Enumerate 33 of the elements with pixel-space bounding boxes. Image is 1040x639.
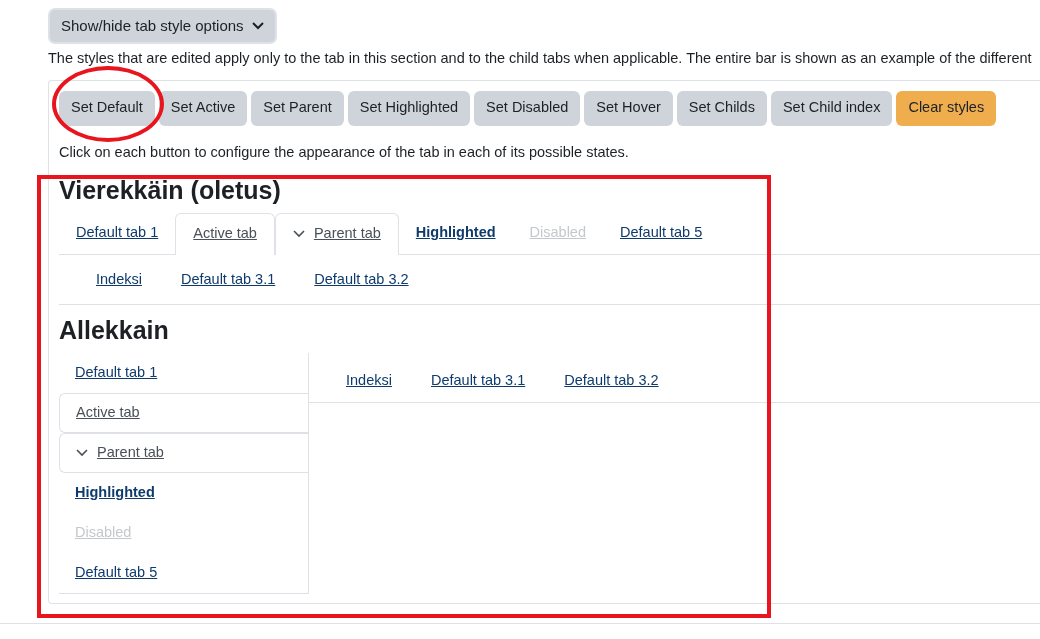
style-button[interactable]: Set Default	[59, 90, 155, 126]
child-tab[interactable]: Indeksi	[346, 369, 392, 392]
style-button[interactable]: Set Hover	[584, 90, 673, 126]
child-tab[interactable]: Default tab 3.1	[180, 268, 276, 291]
tab[interactable]: Default tab 1	[59, 212, 176, 254]
tab[interactable]: Parent tab	[274, 212, 399, 255]
description-text: The styles that are edited apply only to the tab in this section and to the child tabs when applicable. The entire bar is shown as an example of the different	[48, 49, 1033, 68]
style-button[interactable]: Clear styles	[896, 90, 997, 126]
section-heading: Vierekkäin (oletus)	[59, 174, 282, 205]
tab[interactable]: Default tab 5	[603, 212, 720, 254]
style-button[interactable]: Set Childs	[676, 90, 767, 126]
chevron-down-icon	[251, 22, 264, 30]
child-tab[interactable]: Indeksi	[96, 268, 142, 291]
tab[interactable]: Highlighted	[59, 472, 308, 513]
style-button[interactable]: Set Disabled	[474, 90, 581, 126]
section-heading: Allekkain	[59, 314, 170, 345]
style-button[interactable]: Set Highlighted	[347, 90, 471, 126]
child-tab[interactable]: Default tab 3.2	[314, 268, 409, 291]
tab[interactable]: Active tab	[59, 392, 308, 433]
child-tab[interactable]: Default tab 3.2	[564, 369, 659, 392]
tab[interactable]: Default tab 5	[59, 552, 308, 593]
style-button[interactable]: Set Active	[158, 90, 248, 126]
show-hide-button[interactable]: Show/hide tab style options	[50, 10, 275, 42]
style-button[interactable]: Set Child index	[770, 90, 893, 126]
tab[interactable]: Active tab	[175, 212, 275, 255]
chevron-down-icon	[292, 230, 305, 238]
chevron-down-icon	[76, 448, 88, 457]
child-tab[interactable]: Default tab 3.1	[430, 369, 526, 392]
tab[interactable]: Parent tab	[59, 432, 308, 473]
style-button[interactable]: Set Parent	[251, 90, 344, 126]
tab[interactable]: Highlighted	[398, 212, 513, 254]
hint-text: Click on each button to configure the appearance of the tab in each of its possible states.	[59, 142, 630, 162]
tab[interactable]: Default tab 1	[59, 352, 308, 393]
